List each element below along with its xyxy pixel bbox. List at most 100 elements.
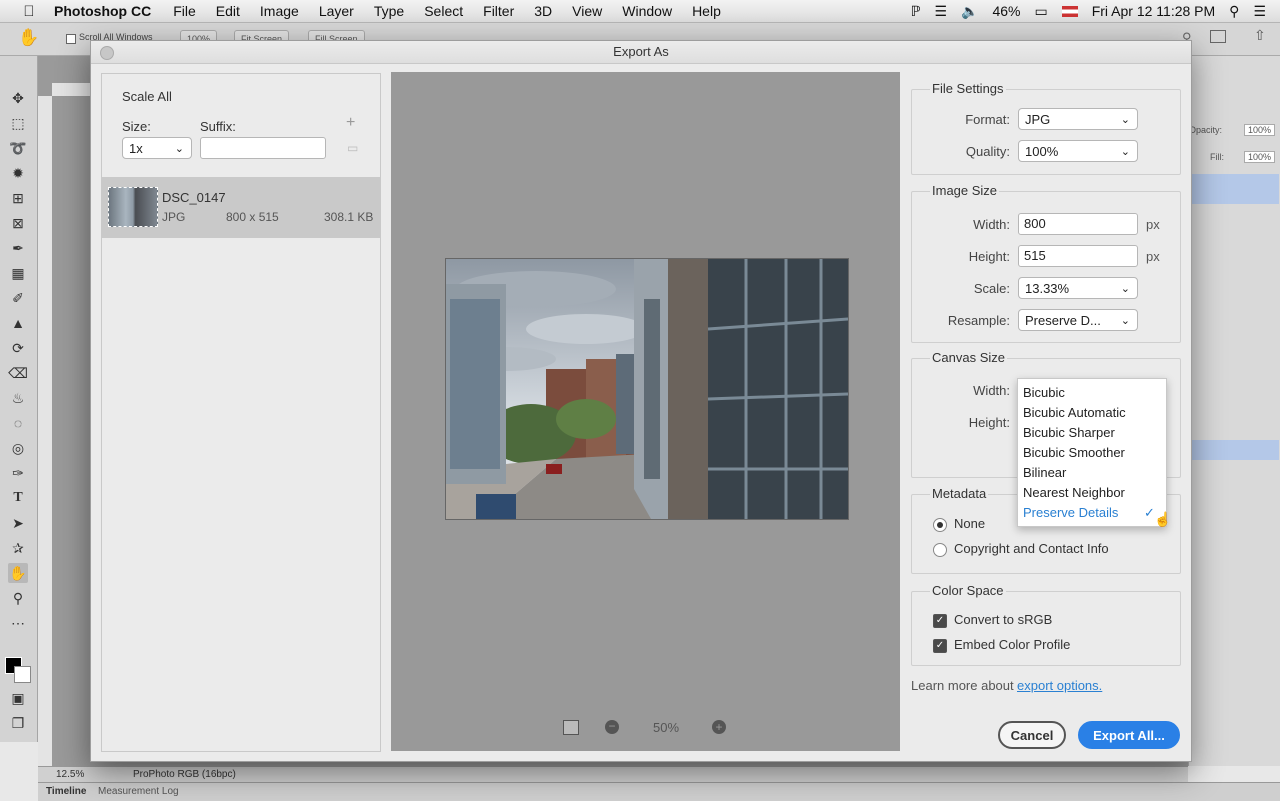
add-scale-icon[interactable]: + <box>346 114 355 132</box>
quality-select[interactable]: 100% ⌄ <box>1018 140 1138 162</box>
height-unit: px <box>1146 249 1160 264</box>
hand-tool-icon[interactable]: ✋ <box>8 563 28 583</box>
menu-help[interactable]: Help <box>692 3 721 19</box>
preview-area <box>391 72 900 751</box>
resample-label: Resample: <box>947 313 1010 328</box>
convert-srgb-label[interactable]: Convert to sRGB <box>954 612 1052 627</box>
bucket-tool-icon[interactable]: ♨ <box>8 388 28 408</box>
selected-layer[interactable] <box>1191 174 1279 204</box>
hand-tool-icon[interactable]: ✋ <box>18 28 39 48</box>
menu-filter[interactable]: Filter <box>483 3 514 19</box>
eraser-tool-icon[interactable]: ⌫ <box>8 363 28 383</box>
search-icon[interactable]: ⚲ <box>1229 3 1239 20</box>
menu-view[interactable]: View <box>572 3 602 19</box>
volume-icon[interactable]: 🔈 <box>961 3 978 20</box>
apple-icon[interactable]:  <box>20 3 38 20</box>
selected-history-item[interactable] <box>1191 440 1279 460</box>
share-icon[interactable]: ⇧ <box>1254 27 1266 44</box>
close-button[interactable] <box>100 46 114 60</box>
marquee-tool-icon[interactable]: ⬚ <box>8 113 28 133</box>
crop-tool-icon[interactable]: ⊞ <box>8 188 28 208</box>
menu-type[interactable]: Type <box>374 3 404 19</box>
healing-tool-icon[interactable]: ▦ <box>8 263 28 283</box>
menu-image[interactable]: Image <box>260 3 299 19</box>
resample-option-bilinear[interactable]: Bilinear <box>1023 465 1066 480</box>
scale-select[interactable]: 13.33% ⌄ <box>1018 277 1138 299</box>
file-settings-group: File Settings Format: JPG ⌄ Quality: 100… <box>911 81 1181 175</box>
scroll-all-checkbox[interactable] <box>66 34 76 44</box>
metadata-none-radio[interactable] <box>933 518 947 532</box>
format-select[interactable]: JPG ⌄ <box>1018 108 1138 130</box>
trash-icon[interactable]: ▭ <box>347 141 358 155</box>
history-brush-icon[interactable]: ⟳ <box>8 338 28 358</box>
more-tools-icon[interactable]: ⋯ <box>8 613 28 633</box>
suffix-input[interactable] <box>200 137 326 159</box>
quick-select-tool-icon[interactable]: ✹ <box>8 163 28 183</box>
quick-mask-icon[interactable]: ▣ <box>8 688 28 708</box>
compare-icon[interactable] <box>563 720 579 735</box>
dodge-tool-icon[interactable]: ◎ <box>8 438 28 458</box>
menu-app[interactable]: Photoshop CC <box>54 3 151 19</box>
tab-timeline[interactable]: Timeline <box>46 786 86 797</box>
color-profile[interactable]: ProPhoto RGB (16bpc) <box>133 769 236 780</box>
export-all-button[interactable]: Export All... <box>1078 721 1180 749</box>
metadata-copyright-label[interactable]: Copyright and Contact Info <box>954 541 1109 556</box>
menu-edit[interactable]: Edit <box>216 3 240 19</box>
blur-tool-icon[interactable]: ◌ <box>8 413 28 433</box>
eyedropper-tool-icon[interactable]: ✒ <box>8 238 28 258</box>
size-select[interactable]: 1x ⌄ <box>122 137 192 159</box>
menu-3d[interactable]: 3D <box>534 3 552 19</box>
brush-tool-icon[interactable]: ✐ <box>8 288 28 308</box>
pen-tool-icon[interactable]: ✑ <box>8 463 28 483</box>
flag-icon[interactable] <box>1061 5 1078 17</box>
resample-select[interactable]: Preserve D... ⌄ <box>1018 309 1138 331</box>
width-input[interactable]: 800 <box>1018 213 1138 235</box>
opacity-field[interactable]: 100% <box>1244 124 1276 136</box>
resample-option-bicubic-sharper[interactable]: Bicubic Sharper <box>1023 425 1115 440</box>
tab-measurement-log[interactable]: Measurement Log <box>98 786 179 797</box>
menu-layer[interactable]: Layer <box>319 3 354 19</box>
stamp-tool-icon[interactable]: ▲ <box>8 313 28 333</box>
notification-icon[interactable]: ☰ <box>1253 3 1266 20</box>
zoom-tool-icon[interactable]: ⚲ <box>8 588 28 608</box>
background-color-swatch[interactable] <box>14 666 31 683</box>
battery-percent[interactable]: 46% <box>992 3 1020 19</box>
zoom-in-icon[interactable]: + <box>712 720 726 734</box>
frame-tool-icon[interactable]: ⊠ <box>8 213 28 233</box>
embed-profile-checkbox[interactable]: ✓ <box>933 639 947 653</box>
resample-option-bicubic-smoother[interactable]: Bicubic Smoother <box>1023 445 1125 460</box>
height-input[interactable]: 515 <box>1018 245 1138 267</box>
wifi-icon[interactable]: ☰ <box>934 3 947 20</box>
zoom-level[interactable]: 12.5% <box>56 769 84 780</box>
preview-image[interactable] <box>445 258 849 520</box>
file-list-item[interactable]: DSC_0147 JPG 800 x 515 308.1 KB <box>102 177 380 238</box>
resample-option-preserve-details[interactable]: Preserve Details <box>1023 505 1118 520</box>
bluetooth-icon[interactable]: ℙ <box>911 3 921 20</box>
file-dimensions: 800 x 515 <box>226 210 279 224</box>
cancel-button[interactable]: Cancel <box>998 721 1066 749</box>
workspace-icon[interactable] <box>1210 30 1226 43</box>
embed-profile-label[interactable]: Embed Color Profile <box>954 637 1070 652</box>
resample-option-bicubic[interactable]: Bicubic <box>1023 385 1065 400</box>
zoom-out-icon[interactable]: − <box>605 720 619 734</box>
lasso-tool-icon[interactable]: ➰ <box>8 138 28 158</box>
screen-mode-icon[interactable]: ❐ <box>8 713 28 733</box>
metadata-none-label[interactable]: None <box>954 516 985 531</box>
resample-option-nearest-neighbor[interactable]: Nearest Neighbor <box>1023 485 1125 500</box>
menu-window[interactable]: Window <box>622 3 672 19</box>
type-tool-icon[interactable]: T <box>8 488 28 508</box>
timeline-bar: Timeline Measurement Log <box>38 782 1280 801</box>
shape-tool-icon[interactable]: ✰ <box>8 538 28 558</box>
fill-field[interactable]: 100% <box>1244 151 1276 163</box>
resample-option-bicubic-automatic[interactable]: Bicubic Automatic <box>1023 405 1126 420</box>
clock[interactable]: Fri Apr 12 11:28 PM <box>1092 3 1215 19</box>
battery-icon[interactable]: ▭ <box>1034 3 1047 20</box>
move-tool-icon[interactable]: ✥ <box>8 88 28 108</box>
fill-label: Fill: <box>1210 152 1224 162</box>
convert-srgb-checkbox[interactable]: ✓ <box>933 614 947 628</box>
menu-file[interactable]: File <box>173 3 196 19</box>
menu-select[interactable]: Select <box>424 3 463 19</box>
metadata-copyright-radio[interactable] <box>933 543 947 557</box>
export-options-link[interactable]: export options. <box>1017 678 1102 693</box>
path-select-tool-icon[interactable]: ➤ <box>8 513 28 533</box>
